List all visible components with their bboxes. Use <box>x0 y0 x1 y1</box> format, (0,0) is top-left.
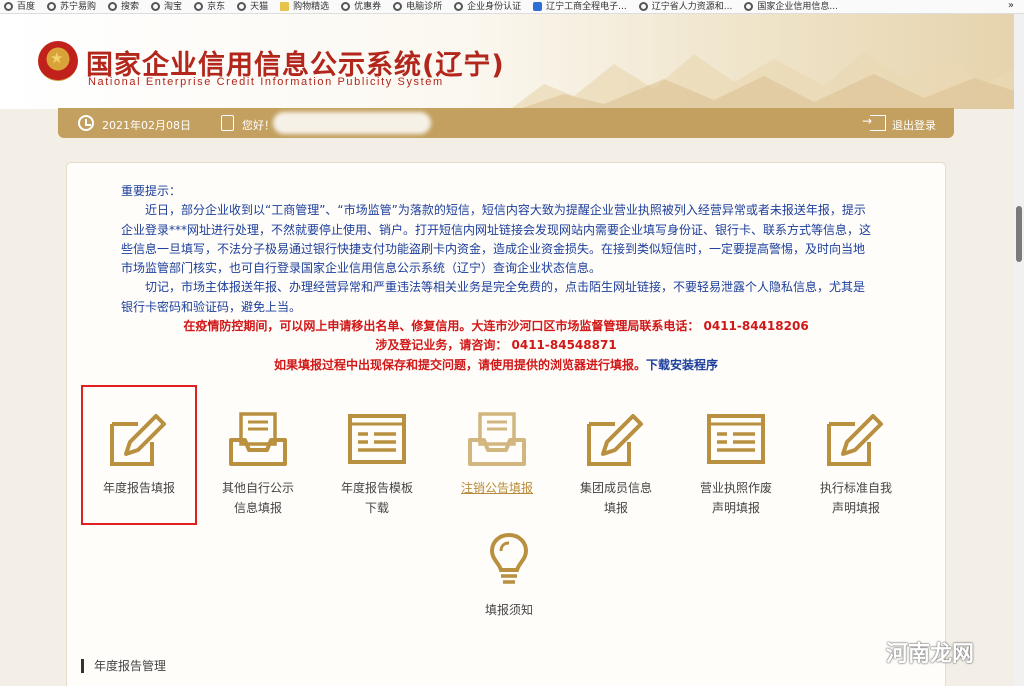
globe-icon <box>454 2 464 11</box>
bookmark-label: 辽宁工商全程电子... <box>546 1 627 12</box>
national-emblem-icon <box>38 41 78 81</box>
tile-label-line2: 填报 <box>603 501 628 515</box>
user-icon <box>221 115 234 131</box>
tile-label-line1: 集团成员信息 <box>579 481 652 495</box>
tile-label: 年度报告填报 <box>102 481 175 495</box>
site-header: 国家企业信用信息公示系统(辽宁) National Enterprise Cre… <box>0 14 1024 109</box>
shield-icon <box>533 2 543 11</box>
lightbulb-icon <box>489 532 529 584</box>
bookmark-8[interactable]: 电脑诊所 <box>393 1 442 13</box>
bookmark-label: 企业身份认证 <box>467 1 522 12</box>
bookmark-9[interactable]: 企业身份认证 <box>454 1 521 13</box>
folder-icon <box>280 2 290 11</box>
tile-group-member-info[interactable]: 集团成员信息 填报 <box>557 410 675 518</box>
template-list-icon <box>348 414 406 464</box>
site-subtitle-en: National Enterprise Credit Information P… <box>88 76 444 88</box>
tile-label-line2: 信息填报 <box>233 501 282 515</box>
bookmarks-overflow-button[interactable]: » <box>1008 0 1014 12</box>
logout-link[interactable]: 退出登录 <box>892 117 936 133</box>
notice-browser-warning: 如果填报过程中出现保存和提交问题，请使用提供的浏览器进行填报。下载安装程序 <box>121 356 871 375</box>
globe-icon <box>638 2 648 11</box>
tile-label-line1: 年度报告模板 <box>340 481 413 495</box>
tile-label-line2: 声明填报 <box>831 501 880 515</box>
tile-license-void-statement[interactable]: 营业执照作废 声明填报 <box>677 410 795 518</box>
bookmark-label: 百度 <box>17 1 36 12</box>
bookmark-6[interactable]: 购物精选 <box>280 1 329 13</box>
tile-filing-instructions[interactable]: 填报须知 <box>450 532 568 620</box>
blurred-username <box>273 112 431 134</box>
user-bar: 2021年02月08日 您好！ 退出登录 <box>58 108 954 138</box>
bookmark-label: 搜索 <box>121 1 140 12</box>
tile-label-line1: 营业执照作废 <box>699 481 772 495</box>
bookmark-11[interactable]: 辽宁省人力资源和... <box>638 1 733 13</box>
globe-icon <box>341 2 351 11</box>
browser-warning-text: 如果填报过程中出现保存和提交问题，请使用提供的浏览器进行填报。 <box>273 357 646 372</box>
notice-paragraph-2: 切记，市场主体报送年报、办理经营异常和严重违法等相关业务是完全免费的，点击陌生网… <box>121 280 866 314</box>
bookmark-label: 淘宝 <box>164 1 183 12</box>
globe-icon <box>4 2 13 11</box>
bookmark-label: 京东 <box>207 1 226 12</box>
globe-icon <box>744 2 754 11</box>
tile-label-line1: 执行标准自我 <box>819 481 892 495</box>
tile-deregistration-notice[interactable]: 注销公告填报 <box>438 410 556 498</box>
bookmark-label: 优惠券 <box>354 1 382 12</box>
globe-icon <box>108 2 118 11</box>
tile-label: 注销公告填报 <box>460 481 533 495</box>
tile-label: 填报须知 <box>484 603 533 617</box>
pencil-edit-icon <box>110 414 166 466</box>
tile-annual-report[interactable]: 年度报告填报 <box>80 410 198 498</box>
greeting: 您好！ <box>242 119 275 132</box>
notice-epidemic-contact: 在疫情防控期间，可以网上申请移出名单、修复信用。大连市沙河口区市场监督管理局联系… <box>183 319 809 334</box>
tile-standard-self-statement[interactable]: 执行标准自我 声明填报 <box>797 410 915 518</box>
template-list-icon <box>707 414 765 464</box>
pencil-edit-icon <box>587 414 643 466</box>
pencil-edit-icon <box>827 414 883 466</box>
bookmark-label: 电脑诊所 <box>406 1 443 12</box>
tile-report-template-download[interactable]: 年度报告模板 下载 <box>318 410 436 518</box>
clock-icon <box>78 115 94 131</box>
tile-label-line2: 声明填报 <box>711 501 760 515</box>
bookmark-label: 苏宁易购 <box>60 1 97 12</box>
notice-paragraph-1: 近日，部分企业收到以“工商管理”、“市场监管”为落款的短信，短信内容大致为提醒企… <box>121 203 872 276</box>
notice-heading: 重要提示： <box>121 184 182 198</box>
vertical-scrollbar[interactable] <box>1014 14 1024 686</box>
bookmark-2[interactable]: 搜索 <box>108 1 139 13</box>
bookmark-5[interactable]: 天猫 <box>237 1 268 13</box>
bookmark-12[interactable]: 国家企业信用信息... <box>744 1 838 13</box>
bookmark-label: 天猫 <box>250 1 269 12</box>
bookmark-1[interactable]: 苏宁易购 <box>47 1 96 13</box>
globe-icon <box>237 2 247 11</box>
logout-icon[interactable] <box>862 114 886 131</box>
bookmark-3[interactable]: 淘宝 <box>151 1 182 13</box>
tile-label-line1: 其他自行公示 <box>221 481 294 495</box>
bookmark-label: 辽宁省人力资源和... <box>651 1 733 12</box>
watermark-text: 河南龙网 <box>886 642 975 667</box>
notice-registration-contact: 涉及登记业务，请咨询： 0411-84548871 <box>375 338 617 353</box>
globe-icon <box>393 2 403 11</box>
bookmarks-bar: 百度 苏宁易购 搜索 淘宝 京东 天猫 购物精选 优惠券 电脑诊所 企业身份认证… <box>0 0 1024 14</box>
bookmark-4[interactable]: 京东 <box>194 1 225 13</box>
bookmark-label: 国家企业信用信息... <box>757 1 838 12</box>
tile-other-public-info[interactable]: 其他自行公示 信息填报 <box>199 410 317 518</box>
current-date: 2021年02月08日 <box>102 119 191 132</box>
mountain-landscape-decoration <box>510 52 1024 109</box>
important-notice: 重要提示： 近日，部分企业收到以“工商管理”、“市场监管”为落款的短信，短信内容… <box>121 182 871 375</box>
globe-icon <box>47 2 57 11</box>
bookmark-label: 购物精选 <box>293 1 330 12</box>
inbox-tray-icon <box>468 412 526 466</box>
bookmark-7[interactable]: 优惠券 <box>341 1 381 13</box>
globe-icon <box>151 2 161 11</box>
download-installer-link[interactable]: 下载安装程序 <box>646 358 718 372</box>
bookmark-0[interactable]: 百度 <box>4 1 35 13</box>
inbox-tray-icon <box>229 412 287 466</box>
scrollbar-thumb[interactable] <box>1016 206 1022 262</box>
globe-icon <box>194 2 204 11</box>
tile-label-line2: 下载 <box>364 501 389 515</box>
bookmark-10[interactable]: 辽宁工商全程电子... <box>533 1 627 13</box>
section-title-annual-report-management: 年度报告管理 <box>81 659 166 673</box>
